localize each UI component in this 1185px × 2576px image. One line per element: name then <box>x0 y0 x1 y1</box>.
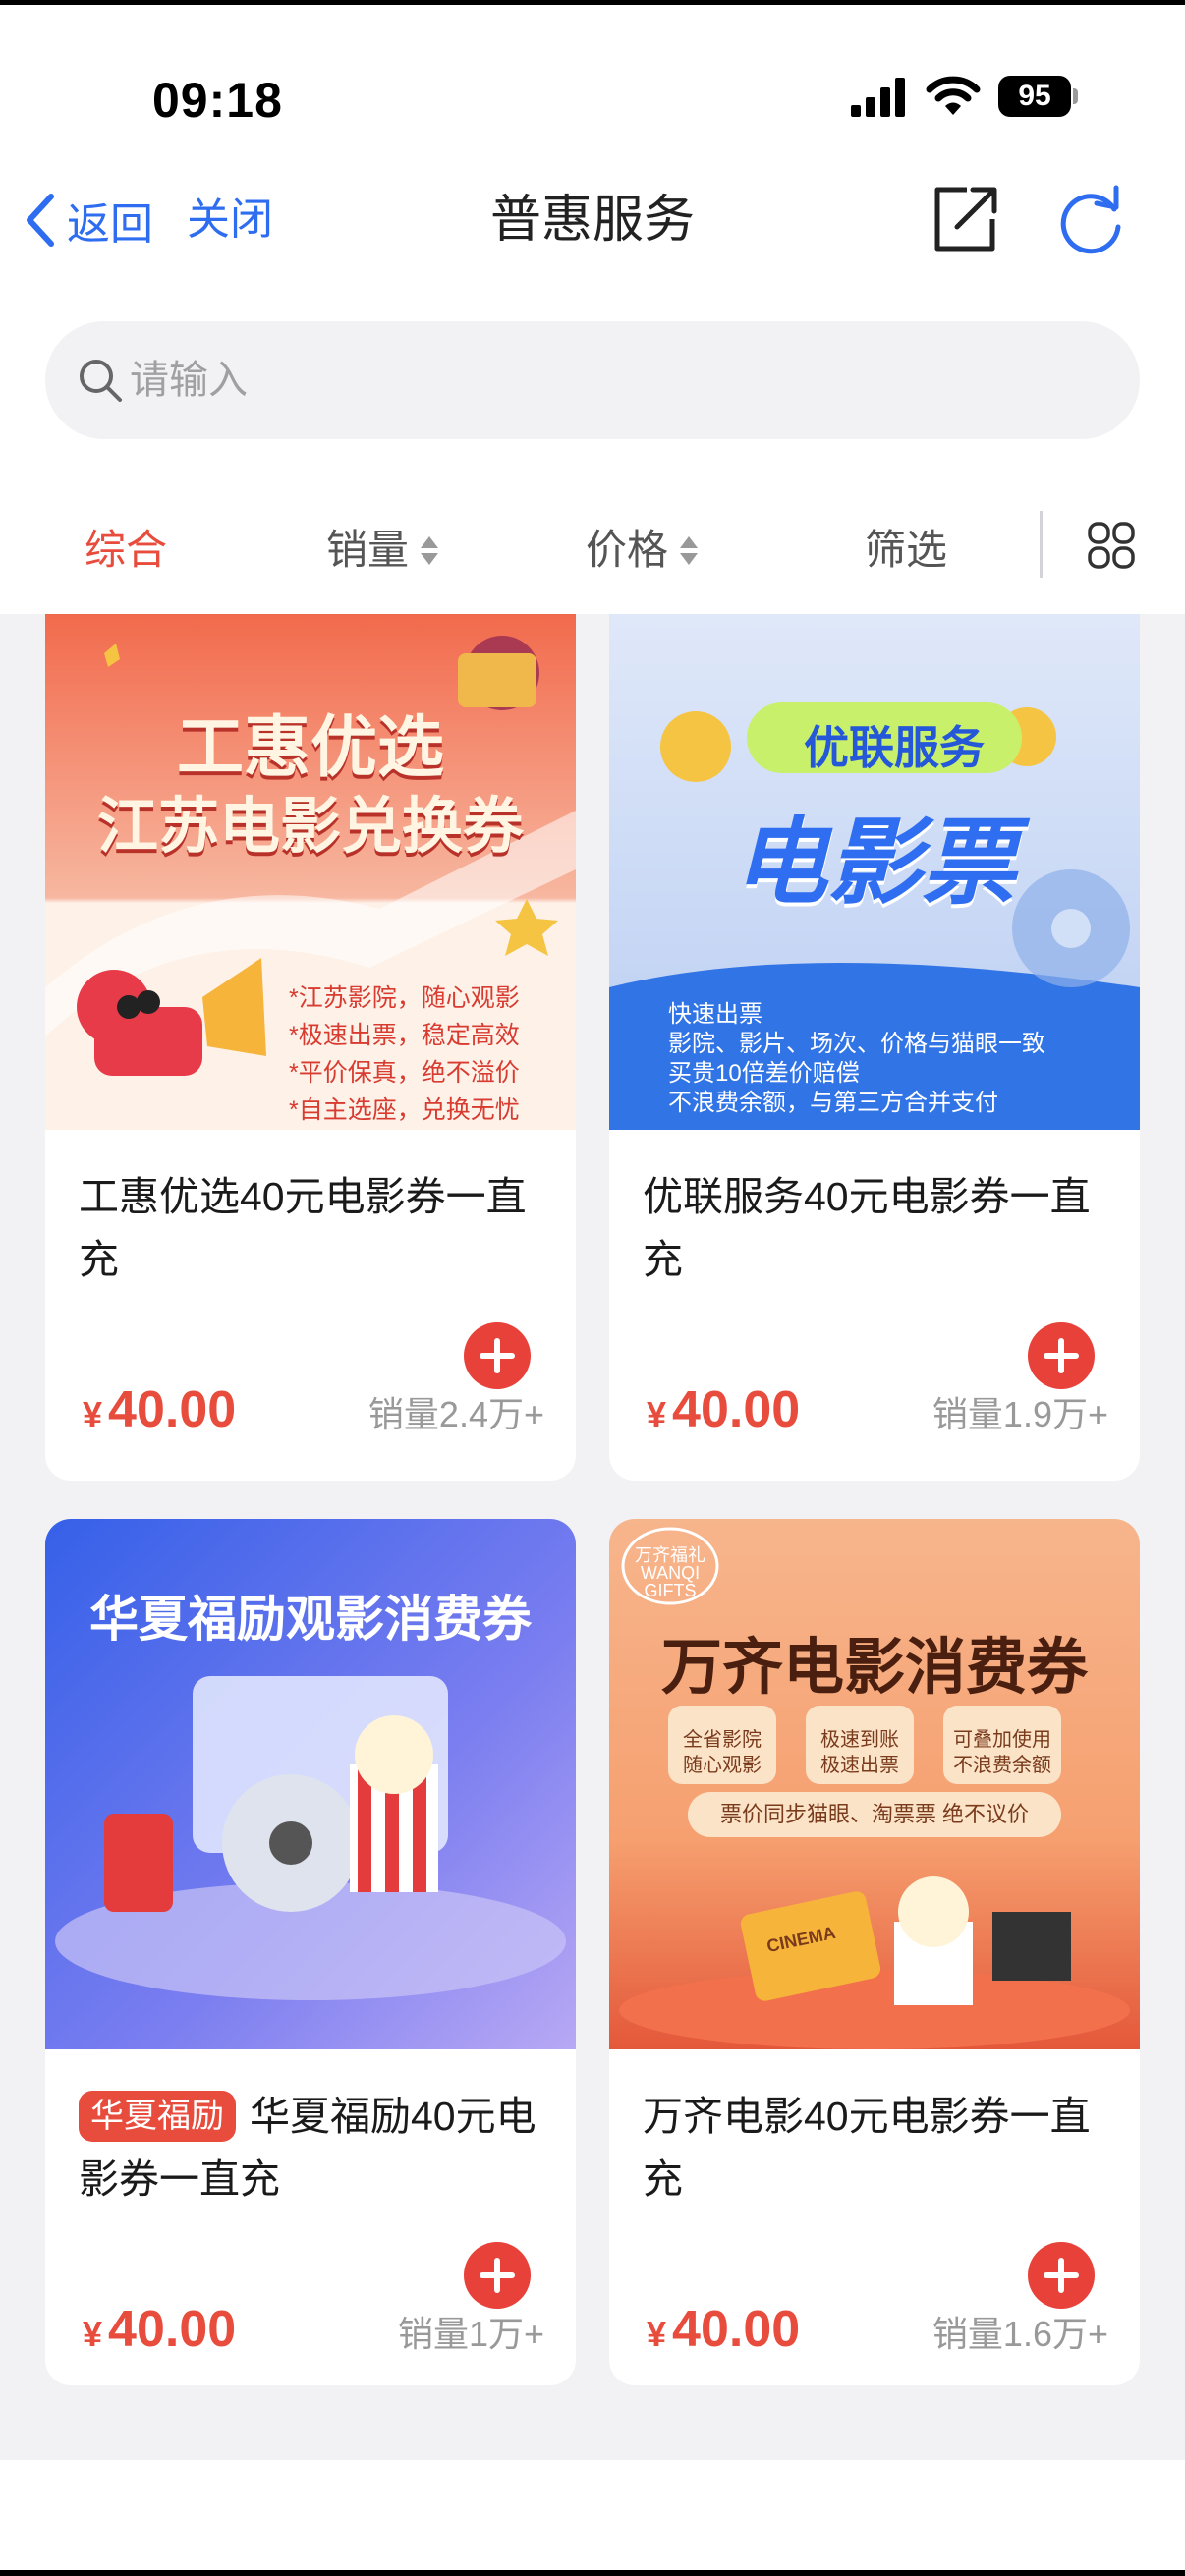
sort-bar: 综合 销量 价格 筛选 <box>0 496 1185 604</box>
cellular-signal-icon <box>851 78 905 117</box>
banner-headline: 华夏福励观影消费券 <box>89 1592 532 1647</box>
navigation-bar: 返回 关闭 普惠服务 <box>0 170 1185 268</box>
sales-count: 销量2.4万+ <box>367 1394 544 1434</box>
screen-bottom-edge <box>0 2570 1185 2576</box>
add-to-cart-button[interactable] <box>1028 1322 1095 1389</box>
brand-logo: 万齐福礼 WANQI GIFTS <box>635 1545 705 1600</box>
refresh-icon[interactable] <box>1053 184 1128 258</box>
product-price: ¥40.00 <box>647 1381 801 1438</box>
header-area: 09:18 95 返回 关闭 普惠服务 请输入 综合 销量 价格 筛选 <box>0 5 1185 614</box>
feature-badge: 极速到账 极速出票 <box>820 1729 899 1776</box>
battery-icon: 95 <box>998 76 1079 119</box>
battery-level: 95 <box>998 76 1071 117</box>
sales-count: 销量1万+ <box>397 2314 544 2354</box>
banner-note: 票价同步猫眼、淘票票 绝不议价 <box>719 1802 1030 1826</box>
feature-badge: 可叠加使用 不浪费余额 <box>953 1729 1051 1776</box>
sort-tab-price[interactable]: 价格 <box>586 496 699 604</box>
banner-headline: 江苏电影兑换券 <box>96 793 524 861</box>
add-to-cart-button[interactable] <box>1028 2242 1095 2309</box>
banner-headline: 万齐电影消费券 <box>660 1634 1088 1702</box>
search-bar[interactable] <box>45 321 1140 439</box>
product-title: 优联服务40元电影券一直充 <box>643 1174 1091 1282</box>
grid-view-icon[interactable] <box>1087 521 1136 570</box>
sort-tab-comprehensive[interactable]: 综合 <box>85 496 167 604</box>
add-to-cart-button[interactable] <box>464 2242 531 2309</box>
search-icon <box>80 360 122 402</box>
wifi-icon <box>926 76 981 115</box>
banner-bullets: *江苏影院，随心观影 *极速出票，稳定高效 *平价保真，绝不溢价 *自主选座，兑… <box>289 984 520 1124</box>
status-time: 09:18 <box>152 73 283 128</box>
sales-count: 销量1.9万+ <box>931 1394 1108 1434</box>
product-card[interactable]: 优联服务 电影票 快速出票 影院、影片、场次、价格与猫眼一致 买贵10倍差价赔偿… <box>609 614 1140 1481</box>
product-card[interactable]: 华夏福励观影消费券 华夏福励 华夏福励40元电影券一直充 ¥40.00 销量1万+ <box>45 1519 576 2385</box>
banner-bullets: 快速出票 影院、影片、场次、价格与猫眼一致 买贵10倍差价赔偿 不浪费余额，与第… <box>668 1001 1045 1116</box>
brand-tag: 华夏福励 <box>79 2091 236 2142</box>
banner-headline: 电影票 <box>733 811 1016 916</box>
product-price: ¥40.00 <box>647 2301 801 2358</box>
status-bar: 09:18 95 <box>0 5 1185 152</box>
product-title: 华夏福励 华夏福励40元电影券一直充 <box>79 2085 550 2211</box>
product-title: 万齐电影40元电影券一直充 <box>643 2094 1091 2202</box>
product-title: 工惠优选40元电影券一直充 <box>79 1174 527 1282</box>
sort-tab-sales[interactable]: 销量 <box>326 496 439 604</box>
page-title: 普惠服务 <box>489 192 695 249</box>
sort-arrows-icon <box>419 532 439 568</box>
sort-arrows-icon <box>678 532 699 568</box>
sort-tab-filter[interactable]: 筛选 <box>865 496 947 604</box>
banner-headline: 优联服务 <box>804 722 985 773</box>
add-to-cart-button[interactable] <box>464 1322 531 1389</box>
share-icon[interactable] <box>928 182 1002 256</box>
product-card[interactable]: 万齐福礼 WANQI GIFTS 万齐电影消费券 全省影院 随心观影 极速到账 … <box>609 1519 1140 2385</box>
sales-count: 销量1.6万+ <box>931 2314 1108 2354</box>
search-input[interactable] <box>130 358 916 403</box>
bottom-area <box>0 2460 1185 2570</box>
product-price: ¥40.00 <box>83 1381 237 1438</box>
divider <box>1040 511 1043 578</box>
feature-badge: 全省影院 随心观影 <box>683 1729 762 1776</box>
product-card[interactable]: 工惠优选 江苏电影兑换券 *江苏影院，随心观影 *极速出票，稳定高效 *平价保真… <box>45 614 576 1481</box>
product-price: ¥40.00 <box>83 2301 237 2358</box>
